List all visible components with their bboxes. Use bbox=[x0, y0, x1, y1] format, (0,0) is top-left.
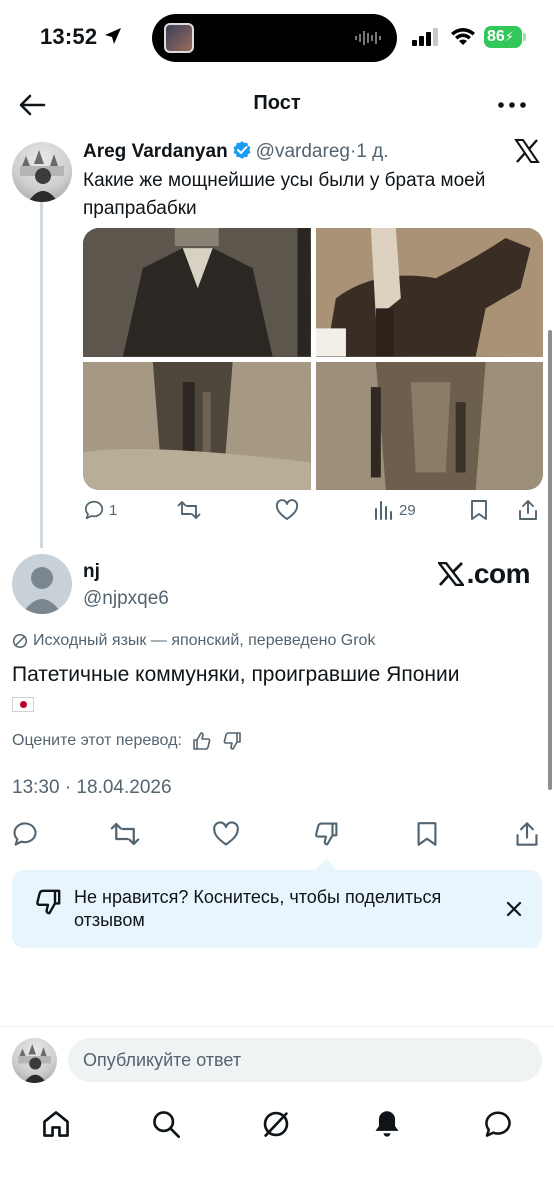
more-icon[interactable] bbox=[496, 92, 528, 118]
post-timestamp: 13:30 · 18.04.2026 bbox=[12, 777, 172, 798]
search-icon bbox=[153, 1111, 181, 1139]
rate-translation: Оцените этот перевод: bbox=[12, 731, 242, 751]
reply-icon bbox=[13, 822, 37, 846]
messages-icon bbox=[485, 1111, 511, 1137]
photo-1[interactable] bbox=[83, 228, 311, 357]
bottom-navigation bbox=[0, 1100, 554, 1150]
parent-post-text: Какие же мощнейшие усы были у брата моей… bbox=[83, 170, 486, 219]
x-logo-icon bbox=[437, 562, 464, 586]
reply-avatar[interactable] bbox=[12, 554, 72, 614]
dislike-icon bbox=[315, 822, 338, 846]
nav-search[interactable] bbox=[150, 1108, 182, 1140]
cellular-signal-icon bbox=[412, 28, 438, 46]
reply-count: 1 bbox=[109, 501, 118, 519]
x-com-watermark: .com bbox=[437, 558, 531, 590]
nav-messages[interactable] bbox=[482, 1108, 514, 1140]
reply-text-content: Патетичные коммуняки, проигравшие Японии bbox=[12, 663, 460, 686]
composer-avatar[interactable] bbox=[12, 1038, 57, 1083]
share-button[interactable] bbox=[512, 819, 542, 849]
composer-divider bbox=[0, 1026, 554, 1027]
close-icon[interactable] bbox=[502, 897, 526, 921]
bookmark-icon bbox=[417, 822, 437, 846]
reply-composer-input[interactable]: Опубликуйте ответ bbox=[68, 1038, 542, 1082]
reply-text: Патетичные коммуняки, проигравшие Японии bbox=[12, 660, 542, 720]
photo-4-image bbox=[315, 361, 543, 490]
nav-home[interactable] bbox=[40, 1108, 72, 1140]
scrollbar[interactable] bbox=[548, 330, 552, 790]
parent-post-header: Areg Vardanyan @vardareg·1 д. bbox=[83, 140, 523, 166]
parent-bookmark-button[interactable] bbox=[469, 496, 489, 524]
reply-icon bbox=[84, 500, 104, 520]
photo-grid bbox=[83, 228, 543, 490]
bookmark-button[interactable] bbox=[412, 819, 442, 849]
audio-wave-icon bbox=[355, 31, 381, 45]
top-bar: Пост bbox=[0, 80, 554, 130]
x-logo-icon bbox=[514, 139, 540, 163]
dislike-button[interactable] bbox=[311, 819, 341, 849]
thread-line bbox=[40, 178, 43, 548]
tooltip-text: Не нравится? Коснитесь, чтобы поделиться… bbox=[74, 887, 442, 930]
rate-prompt: Оцените этот перевод: bbox=[12, 732, 182, 749]
parent-share-button[interactable] bbox=[517, 496, 539, 524]
x-com-suffix: .com bbox=[466, 558, 531, 589]
parent-post-actions: 1 29 bbox=[83, 496, 543, 526]
reply-author-handle[interactable]: @njpxqe6 bbox=[83, 588, 169, 610]
home-icon bbox=[43, 1111, 69, 1137]
avatar-photo bbox=[18, 1044, 51, 1083]
status-bar: 13:52 86⚡ bbox=[0, 0, 554, 76]
photo-3-image bbox=[83, 361, 311, 490]
views-icon bbox=[375, 501, 392, 520]
avatar[interactable] bbox=[12, 142, 72, 202]
nav-notifications[interactable] bbox=[371, 1108, 403, 1140]
repost-icon bbox=[177, 501, 201, 519]
share-icon bbox=[516, 822, 538, 846]
photo-3[interactable] bbox=[83, 361, 311, 490]
grok-icon bbox=[12, 633, 28, 649]
dynamic-island[interactable] bbox=[152, 14, 397, 62]
reply-author-name[interactable]: nj bbox=[83, 561, 100, 583]
photo-2[interactable] bbox=[315, 228, 543, 357]
thumbs-down-icon[interactable] bbox=[222, 731, 242, 751]
now-playing-thumbnail bbox=[164, 23, 194, 53]
dislike-icon bbox=[36, 889, 61, 915]
share-icon bbox=[519, 500, 537, 520]
like-icon bbox=[213, 821, 239, 846]
photo-1-image bbox=[83, 228, 311, 357]
battery-tip bbox=[523, 33, 526, 41]
parent-reply-button[interactable]: 1 bbox=[83, 496, 117, 524]
avatar-photo bbox=[20, 150, 64, 202]
parent-like-button[interactable] bbox=[275, 496, 299, 524]
japan-flag-icon bbox=[12, 697, 34, 712]
parent-repost-button[interactable] bbox=[177, 496, 201, 524]
like-icon bbox=[275, 499, 299, 520]
bell-icon bbox=[375, 1111, 399, 1137]
parent-views-button[interactable]: 29 bbox=[373, 496, 416, 524]
like-button[interactable] bbox=[211, 819, 241, 849]
translation-note-text: Исходный язык — японский, переведено Gro… bbox=[33, 632, 376, 649]
location-arrow-icon bbox=[105, 28, 121, 44]
author-handle[interactable]: @vardareg bbox=[256, 141, 350, 162]
repost-icon bbox=[110, 822, 140, 846]
reply-button[interactable] bbox=[10, 819, 40, 849]
reply-actions bbox=[0, 815, 554, 851]
views-count: 29 bbox=[399, 501, 416, 519]
battery-level: 86 bbox=[487, 28, 505, 45]
author-name[interactable]: Areg Vardanyan bbox=[83, 141, 228, 162]
wifi-icon bbox=[451, 28, 475, 45]
page-title: Пост bbox=[253, 92, 301, 114]
grok-icon bbox=[263, 1111, 289, 1137]
verified-icon bbox=[233, 141, 251, 159]
nav-grok[interactable] bbox=[260, 1108, 292, 1140]
battery-indicator: 86⚡ bbox=[484, 26, 522, 48]
photo-2-image bbox=[315, 228, 543, 357]
repost-button[interactable] bbox=[110, 819, 140, 849]
photo-4[interactable] bbox=[315, 361, 543, 490]
status-time: 13:52 bbox=[40, 24, 98, 49]
thumbs-up-icon[interactable] bbox=[192, 731, 212, 751]
bookmark-icon bbox=[471, 500, 487, 520]
default-avatar-icon bbox=[22, 567, 62, 614]
feedback-tooltip[interactable]: Не нравится? Коснитесь, чтобы поделиться… bbox=[12, 870, 542, 948]
post-time: 1 д. bbox=[356, 141, 389, 162]
translation-note: Исходный язык — японский, переведено Gro… bbox=[12, 632, 375, 650]
